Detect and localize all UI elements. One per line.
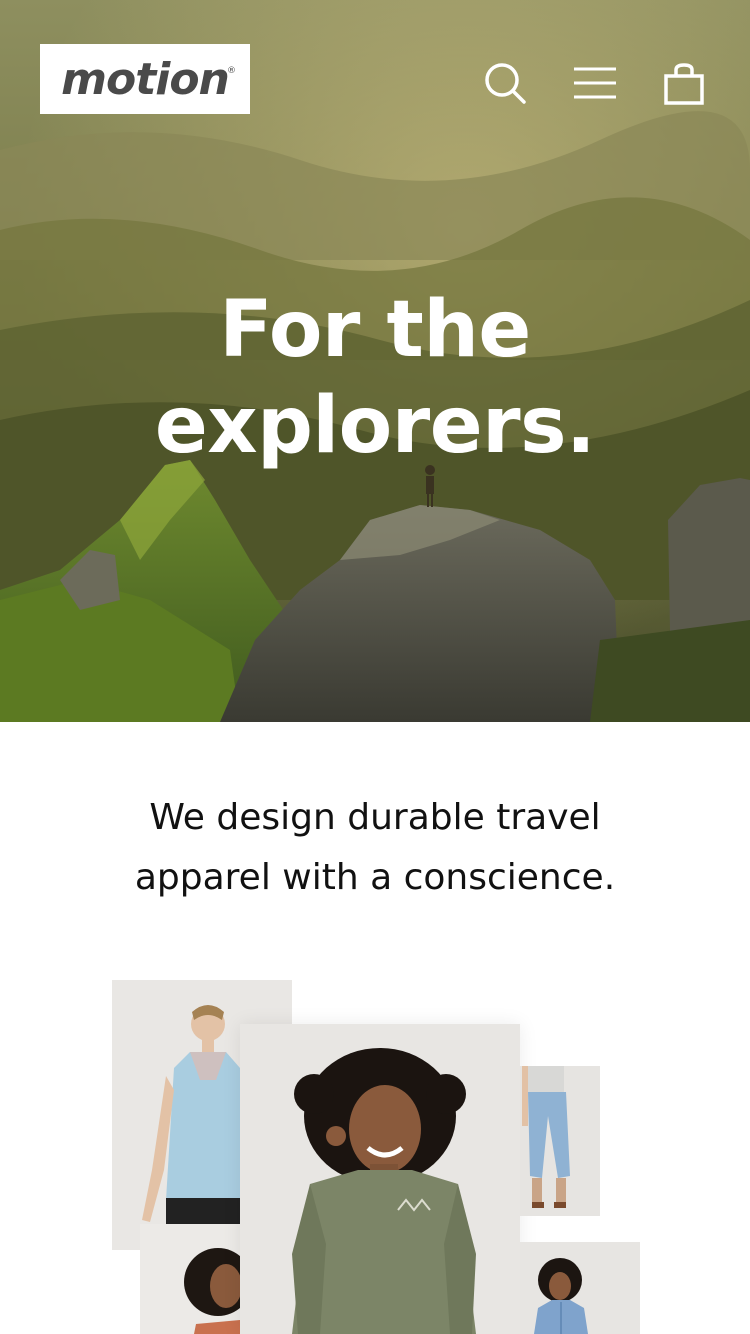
hero-banner: motion ® For the explorers.: [0, 0, 750, 722]
logo-wordmark: motion: [61, 53, 230, 105]
registered-mark: ®: [227, 66, 236, 76]
tagline-line2: apparel with a conscience.: [134, 857, 616, 898]
menu-button[interactable]: [571, 60, 619, 108]
brand-logo[interactable]: motion ®: [40, 44, 250, 114]
product-image-shirt[interactable]: [520, 1242, 640, 1334]
product-image-sweater[interactable]: [240, 1024, 520, 1334]
model-chambray-shirt-image: [520, 1242, 640, 1334]
hero-title: For the explorers.: [0, 282, 750, 474]
hero-title-line1: For the: [219, 285, 531, 375]
hero-title-line2: explorers.: [154, 381, 596, 471]
model-blue-pants-image: [520, 1066, 600, 1216]
tagline-line1: We design durable travel: [149, 797, 601, 838]
search-button[interactable]: [482, 60, 530, 108]
model-green-sweater-image: [240, 1024, 520, 1334]
product-image-model-small[interactable]: [140, 1224, 242, 1334]
cart-icon: [664, 63, 704, 105]
product-image-pants[interactable]: [520, 1066, 600, 1216]
model-curly-hair-image: [140, 1224, 242, 1334]
search-icon: [485, 63, 526, 104]
brand-tagline: We design durable travel apparel with a …: [0, 788, 750, 908]
cart-button[interactable]: [660, 60, 708, 108]
menu-icon: [574, 67, 616, 99]
